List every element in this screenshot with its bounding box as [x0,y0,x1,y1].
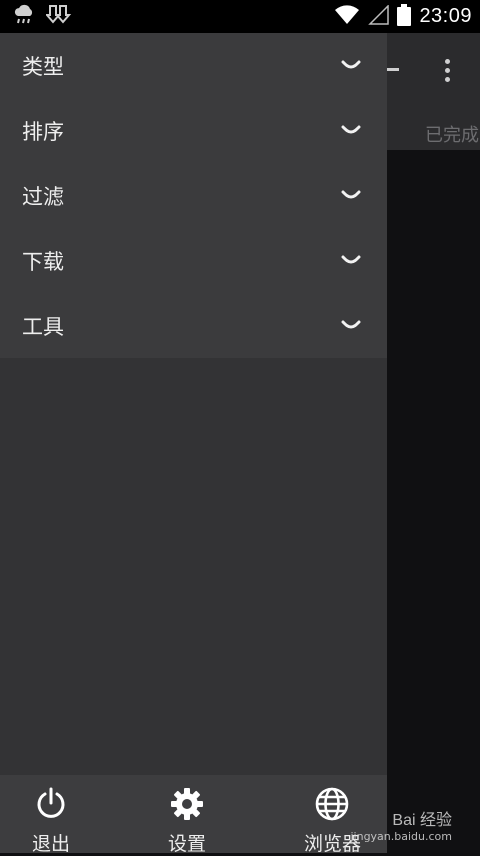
menu-item-type[interactable]: 类型 [0,33,387,98]
status-right: 23:09 [335,3,472,30]
menu-item-sort[interactable]: 排序 [0,98,387,163]
download-icon [44,4,72,30]
battery-icon [397,3,412,30]
chevron-down-icon [341,190,361,202]
baidu-watermark: Bai 经验 jingyan.baidu.com [350,806,452,843]
menu-item-tools[interactable]: 工具 [0,293,387,358]
weather-cloud-icon [12,4,36,30]
exit-label: 退出 [32,833,71,855]
status-bar: 23:09 [0,0,480,33]
settings-button[interactable]: 设置 [167,775,206,855]
chevron-down-icon [341,125,361,137]
globe-icon [315,787,349,821]
chevron-down-icon [341,255,361,267]
menu-item-label: 排序 [22,119,64,144]
status-left [12,4,72,30]
menu-item-label: 类型 [22,54,64,79]
menu-item-label: 下载 [22,249,64,274]
menu-item-label: 工具 [22,314,64,339]
settings-label: 设置 [167,833,206,855]
chevron-down-icon [341,320,361,332]
background-toolbar: 已完成 [387,33,480,150]
minus-icon[interactable] [387,68,399,71]
exit-button[interactable]: 退出 [32,775,71,855]
power-icon [35,787,67,821]
wifi-icon [335,4,360,29]
signal-icon [367,3,390,29]
status-time: 23:09 [419,5,472,27]
menu-item-label: 过滤 [22,184,64,209]
watermark-brand: Bai 经验 [392,812,452,829]
tab-completed[interactable]: 已完成 [425,121,479,147]
menu-item-download[interactable]: 下载 [0,228,387,293]
watermark-url: jingyan.baidu.com [350,830,452,843]
gear-icon [170,787,204,821]
more-vert-icon[interactable] [445,59,451,82]
background-app: 已完成 [387,33,480,853]
drawer-menu: 类型 排序 过滤 下载 工具 [0,33,387,358]
drawer-bottom-bar: 退出 设置 浏览器 [0,775,387,855]
chevron-down-icon [341,60,361,72]
menu-item-filter[interactable]: 过滤 [0,163,387,228]
navigation-drawer: 类型 排序 过滤 下载 工具 退出 设置 浏览器 [0,33,387,855]
